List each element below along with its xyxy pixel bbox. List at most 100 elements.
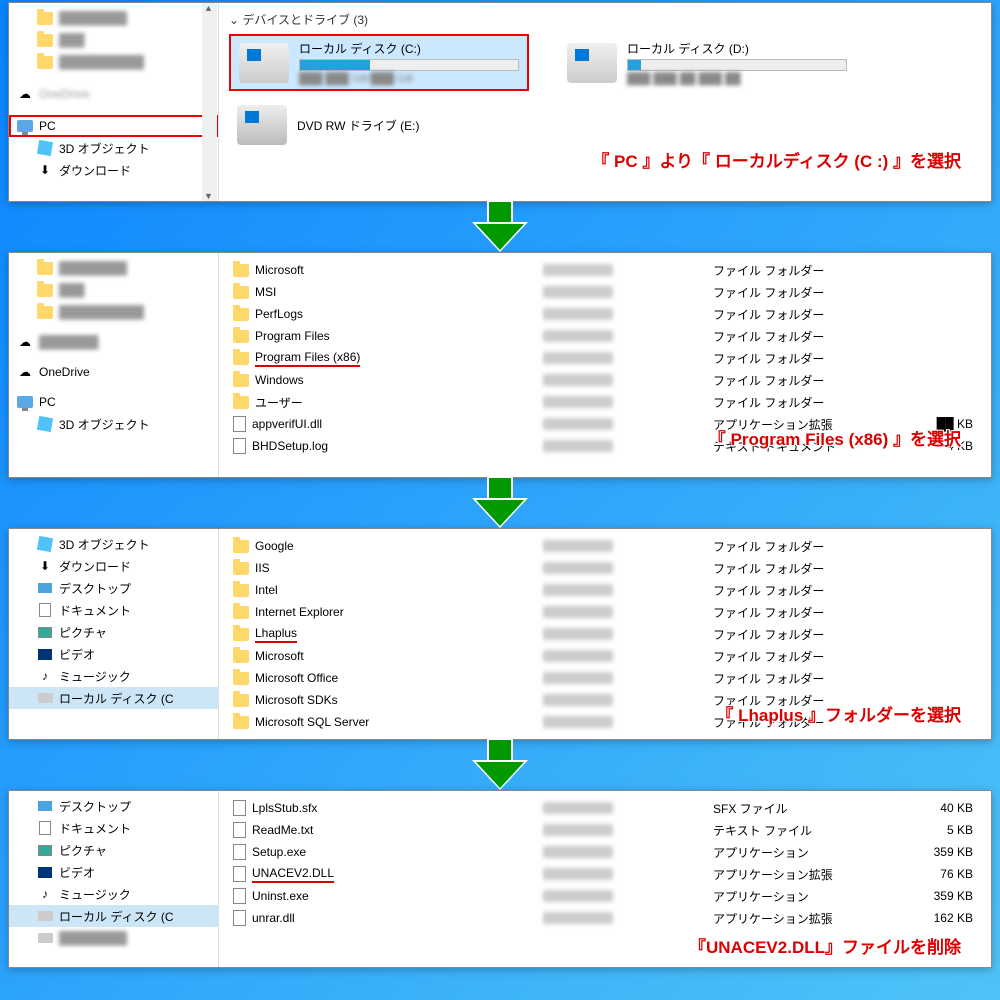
tree-item[interactable]: ☁███████ [9,331,218,353]
folder-row[interactable]: Internet Explorerファイル フォルダー [229,601,981,623]
file-date [543,650,713,662]
tree-item-onedrive-blur[interactable]: ☁OneDrive [9,83,218,105]
tree-item-videos[interactable]: ビデオ [9,643,218,665]
folder-row[interactable]: Program Files (x86)ファイル フォルダー [229,347,981,369]
tree-label: ミュージック [59,668,131,685]
down-arrow-icon [476,224,524,250]
file-row[interactable]: Uninst.exeアプリケーション359 KB [229,885,981,907]
sidebar: 3D オブジェクト⬇ダウンロードデスクトップドキュメントピクチャビデオ ♪ ミュージ… [9,529,219,739]
tree-item-blur[interactable]: ██████████ [9,51,218,73]
file-type: ファイル フォルダー [713,372,903,389]
tree-label: ドキュメント [59,820,131,837]
folder-row[interactable]: Googleファイル フォルダー [229,535,981,557]
tree-item-pc[interactable]: PC [9,391,218,413]
folder-row[interactable]: PerfLogsファイル フォルダー [229,303,981,325]
tree-label: ███████ [39,335,99,349]
tree-label: ダウンロード [59,162,131,179]
tree-item-3d[interactable]: 3D オブジェクト [9,533,218,555]
tree-item-onedrive[interactable]: ☁OneDrive [9,361,218,383]
explorer-panel-2: █████████████████████☁███████☁OneDrivePC… [8,252,992,478]
tree-item-videos[interactable]: ビデオ [9,861,218,883]
folder-icon [37,304,53,320]
file-date [543,374,713,386]
file-type: ファイル フォルダー [713,328,903,345]
file-size: 76 KB [903,867,973,881]
tree-label: ピクチャ [59,842,107,859]
folder-icon [233,308,249,321]
tree-item-blur[interactable]: ███ [9,29,218,51]
drive-drive_c[interactable]: ローカル ディスク (C:)███ ███ GB/███ GB [229,34,529,91]
file-name: Intel [255,583,278,597]
tree-item[interactable]: ███ [9,279,218,301]
folder-row[interactable]: MSIファイル フォルダー [229,281,981,303]
folder-row[interactable]: ユーザーファイル フォルダー [229,391,981,413]
file-row[interactable]: ReadMe.txtテキスト ファイル5 KB [229,819,981,841]
tree-item-music[interactable]: ♪ ミュージック [9,665,218,687]
annotation-1: 『 PC 』より『 ローカルディスク (C :) 』を選択 [229,143,981,174]
drive-dvd[interactable]: DVD RW ドライブ (E:) [229,101,981,149]
file-row[interactable]: UNACEV2.DLLアプリケーション拡張76 KB [229,863,981,885]
tree-item-pictures[interactable]: ピクチャ [9,621,218,643]
file-type: ファイル フォルダー [713,626,903,643]
folder-icon [37,32,53,48]
tree-label: ローカル ディスク (C [59,690,174,707]
tree-label: 3D オブジェクト [59,416,150,433]
tree-item-downloads[interactable]: ⬇ダウンロード [9,555,218,577]
tree-item-blur[interactable]: ████████ [9,7,218,29]
drive-label: DVD RW ドライブ (E:) [297,117,419,134]
tree-item[interactable]: ████████ [9,927,218,949]
tree-item-downloads[interactable]: ⬇ダウンロード [9,159,218,181]
tree-item-music[interactable]: ♪ミュージック [9,883,218,905]
folder-row[interactable]: IISファイル フォルダー [229,557,981,579]
file-date [543,606,713,618]
drive-icon [239,43,289,83]
tree-item-3d[interactable]: 3D オブジェクト [9,137,218,159]
file-date [543,286,713,298]
file-name: Program Files (x86) [255,350,360,367]
file-row[interactable]: unrar.dllアプリケーション拡張162 KB [229,907,981,929]
file-name: Uninst.exe [252,889,309,903]
desktop-icon [37,580,53,596]
file-row[interactable]: LplsStub.sfxSFX ファイル40 KB [229,797,981,819]
folder-row[interactable]: Intelファイル フォルダー [229,579,981,601]
file-date [543,584,713,596]
folder-icon [37,282,53,298]
tree-item-pc[interactable]: PC [9,115,218,137]
tree-item[interactable]: ████████ [9,257,218,279]
folder-icon [233,396,249,409]
folder-row[interactable]: Windowsファイル フォルダー [229,369,981,391]
folder-row[interactable]: Microsoftファイル フォルダー [229,259,981,281]
tree-item-documents[interactable]: ドキュメント [9,817,218,839]
document-icon [37,602,53,618]
tree-label: OneDrive [39,87,90,101]
tree-item-desktop[interactable]: デスクトップ [9,795,218,817]
folder-row[interactable]: Lhaplusファイル フォルダー [229,623,981,645]
tree-label: ビデオ [59,646,95,663]
drive-sub: ███ ███ ██ ███ ██ [627,73,847,85]
tree-item-documents[interactable]: ドキュメント [9,599,218,621]
tree-item-local-c[interactable]: ローカル ディスク (C [9,905,218,927]
videos-icon [37,646,53,662]
tree-item-3d[interactable]: 3D オブジェクト [9,413,218,435]
tree-label: デスクトップ [59,580,131,597]
file-row[interactable]: Setup.exeアプリケーション359 KB [229,841,981,863]
tree-label: デスクトップ [59,798,131,815]
tree-item-pictures[interactable]: ピクチャ [9,839,218,861]
folder-row[interactable]: Program Filesファイル フォルダー [229,325,981,347]
tree-item-desktop[interactable]: デスクトップ [9,577,218,599]
folder-row[interactable]: Microsoftファイル フォルダー [229,645,981,667]
music-icon: ♪ [37,668,53,684]
drive-drive_d[interactable]: ローカル ディスク (D:)███ ███ ██ ███ ██ [559,34,855,91]
tree-item-local-c[interactable]: ローカル ディスク (C [9,687,218,709]
tree-item[interactable]: ██████████ [9,301,218,323]
file-date [543,802,713,814]
drive-progress [299,59,519,71]
folder-row[interactable]: Microsoft Officeファイル フォルダー [229,667,981,689]
file-date [543,330,713,342]
folder-icon [37,260,53,276]
file-icon [233,822,246,838]
file-date [543,308,713,320]
3d-icon [37,536,53,552]
scrollbar[interactable] [202,3,217,201]
section-header[interactable]: ⌄ デバイスとドライブ (3) [229,9,981,34]
